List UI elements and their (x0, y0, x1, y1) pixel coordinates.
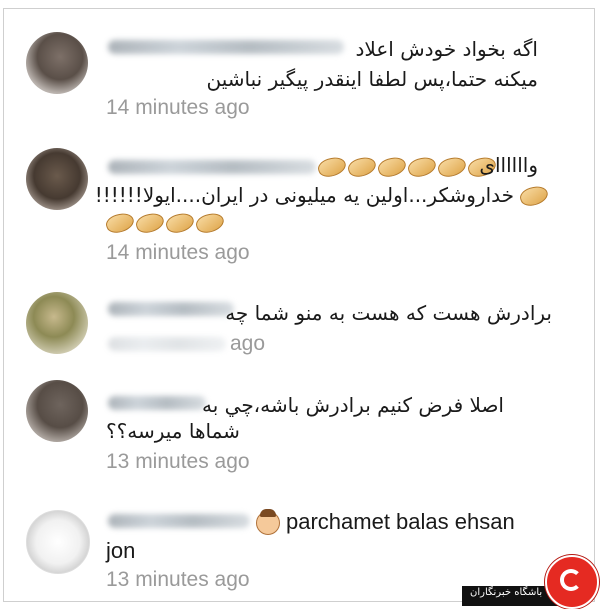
username-blurred[interactable] (108, 302, 234, 316)
comment-timestamp: 14 minutes ago (106, 241, 250, 264)
face-with-hand-icon (256, 509, 280, 535)
comment-text-line: برادرش هست که هست به منو شما چه (225, 301, 552, 325)
user-avatar[interactable] (26, 510, 90, 574)
clapping-hands-icon (517, 183, 551, 209)
comment-timestamp: ago (230, 332, 266, 355)
comment-text-line: اصلا فرض کنیم برادرش باشه،چي به (202, 393, 504, 417)
comment-text-line: واااااای (479, 153, 538, 177)
username-blurred[interactable] (108, 40, 344, 54)
user-avatar[interactable] (26, 32, 88, 94)
comment-text-line: jon (106, 538, 136, 563)
comment-text-line: شماها میرسه؟؟ (106, 419, 240, 443)
comment-timestamp: 13 minutes ago (106, 450, 250, 473)
clapping-hands-icon (103, 210, 227, 236)
brand-logo-icon (545, 555, 599, 609)
username-blurred[interactable] (108, 514, 250, 528)
username-blurred[interactable] (108, 160, 316, 174)
comment-text-line: میکنه حتما،پس لطفا اینقدر پیگیر نباشین (206, 67, 538, 91)
comment-text-line: اگه بخواد خودش اعلاد (355, 37, 539, 61)
user-avatar[interactable] (26, 148, 88, 210)
username-blurred[interactable] (108, 396, 206, 410)
comment-text-line: خداروشکر...اولین یه میلیونی در ایران....… (94, 183, 514, 207)
watermark-text: باشگاه خبرنگاران (470, 587, 543, 598)
clapping-hands-icon (315, 154, 499, 180)
reply-mention-blurred[interactable] (108, 337, 226, 351)
comment-timestamp: 14 minutes ago (106, 96, 250, 119)
user-avatar[interactable] (26, 380, 88, 442)
comment-timestamp: 13 minutes ago (106, 568, 250, 591)
user-avatar[interactable] (26, 292, 88, 354)
comment-text-line: parchamet balas ehsan (286, 509, 515, 534)
